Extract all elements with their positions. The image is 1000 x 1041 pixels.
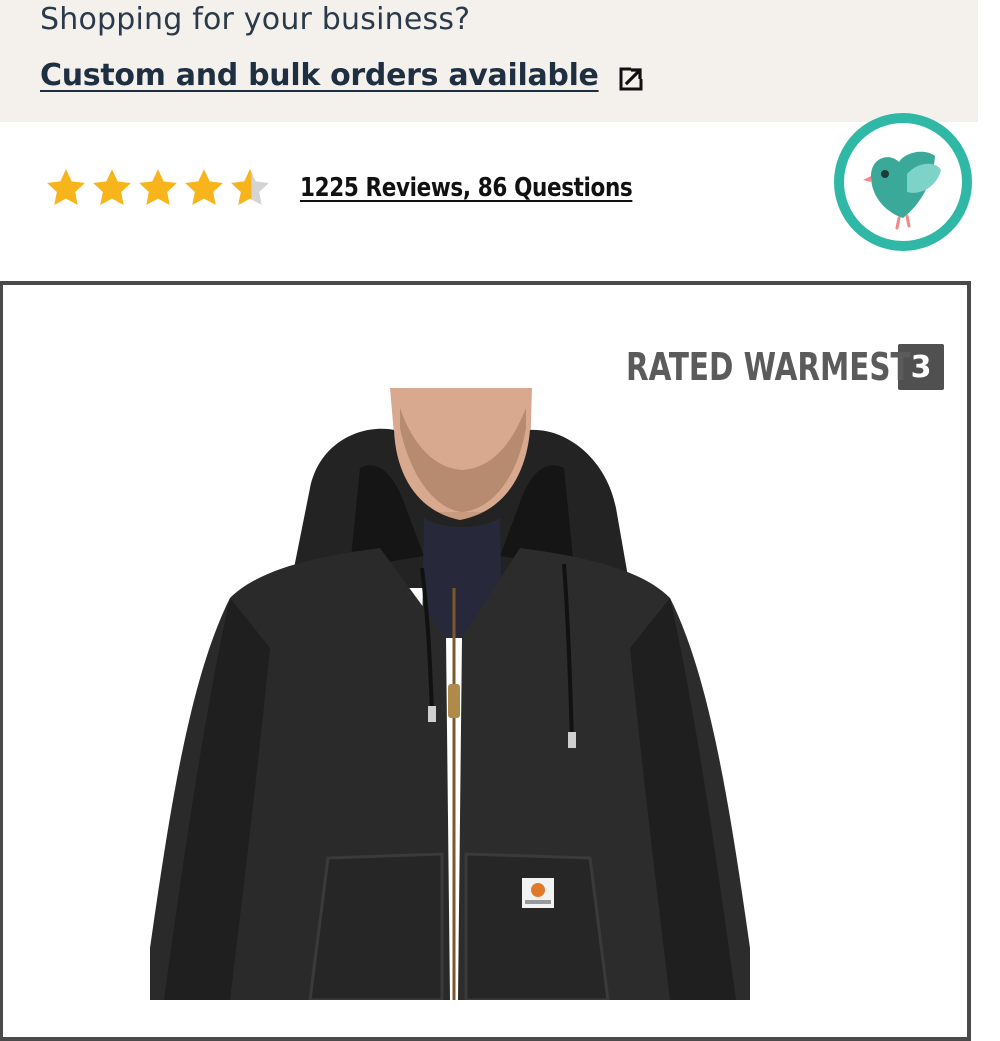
rated-warmest-badge: RATED WARMEST 3 (626, 344, 944, 390)
business-question: Shopping for your business? (40, 2, 471, 37)
bird-icon[interactable] (833, 112, 973, 252)
reviews-questions-link[interactable]: 1225 Reviews, 86 Questions (300, 173, 633, 203)
star-rating (44, 166, 272, 210)
star-full-icon (185, 169, 223, 206)
star-full-icon (93, 169, 131, 206)
business-banner: Shopping for your business? Custom and b… (0, 0, 978, 122)
external-link-icon (619, 65, 644, 90)
star-full-icon (47, 169, 85, 206)
star-full-icon (139, 169, 177, 206)
custom-bulk-orders-link-label: Custom and bulk orders available (40, 58, 599, 93)
star-half-icon (231, 169, 269, 206)
reviews-summary: 1225 Reviews, 86 Questions (44, 166, 661, 210)
banner-edge (978, 0, 1000, 122)
custom-bulk-orders-link[interactable]: Custom and bulk orders available (40, 58, 645, 93)
hooded-jacket-photo[interactable] (150, 388, 750, 1000)
rated-warmest-label: RATED WARMEST (626, 345, 911, 389)
